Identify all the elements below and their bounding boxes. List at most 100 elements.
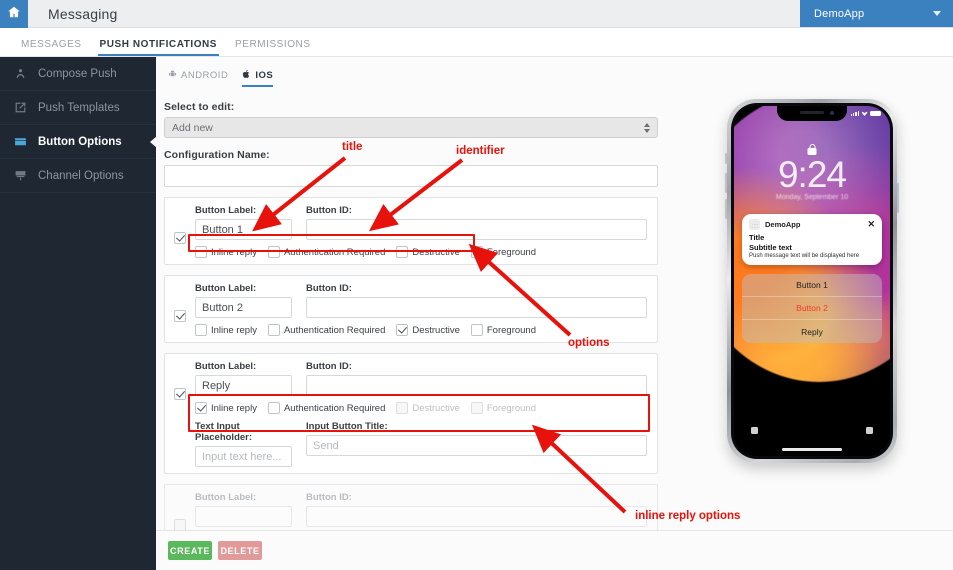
annotation-label-title: title (342, 141, 363, 153)
button-id-input[interactable] (306, 297, 647, 318)
sort-arrows-icon (644, 122, 650, 133)
sidebar-item-label: Channel Options (38, 169, 124, 182)
button-label-label: Button Label: (195, 492, 257, 503)
row-enable-checkbox[interactable] (174, 387, 186, 400)
option-inline-reply[interactable]: Inline reply (195, 324, 257, 336)
foreground-checkbox[interactable] (470, 246, 483, 258)
button-label-input (195, 506, 292, 527)
sidebar-item-button-options[interactable]: Button Options (0, 125, 156, 159)
platform-tab-android[interactable]: ANDROID (168, 69, 228, 87)
button-label-input[interactable] (195, 375, 292, 396)
sidebar-item-compose-push[interactable]: Compose Push (0, 57, 156, 91)
button-id-input (306, 506, 647, 527)
button-label-label: Button Label: (195, 361, 257, 372)
option-label: Authentication Required (283, 246, 386, 258)
button-options-checkboxes: Inline reply Authentication Required Des… (195, 324, 647, 336)
foreground-checkbox[interactable] (470, 324, 483, 336)
home-button[interactable] (0, 0, 28, 28)
destructive-checkbox[interactable] (396, 246, 409, 258)
camera-icon (866, 427, 873, 434)
notification-app-name: DemoApp (765, 220, 801, 229)
mute-switch-icon (725, 153, 727, 164)
notification-subtitle: Subtitle text (749, 243, 792, 252)
option-label: Destructive (412, 246, 460, 258)
authentication-required-checkbox[interactable] (267, 402, 280, 414)
phone-preview: 9:24 Monday, September 10 DemoApp ✕ Titl… (725, 99, 899, 463)
notification-action-button[interactable]: Button 1 (742, 274, 882, 297)
option-foreground[interactable]: Foreground (470, 324, 536, 336)
select-to-edit-label: Select to edit: (164, 101, 235, 113)
sidebar-item-channel-options[interactable]: Channel Options (0, 159, 156, 193)
create-button[interactable]: CREATE (168, 541, 212, 560)
push-templates-icon (13, 101, 28, 115)
option-destructive[interactable]: Destructive (396, 246, 460, 258)
select-to-edit-dropdown[interactable]: Add new (164, 117, 658, 138)
button-label-input[interactable] (195, 297, 292, 318)
row-enable-checkbox[interactable] (174, 231, 186, 244)
platform-tab-ios[interactable]: IOS (242, 69, 274, 87)
option-foreground[interactable]: Foreground (470, 246, 536, 258)
notification-header: DemoApp ✕ (749, 219, 875, 230)
signal-icon (851, 111, 859, 116)
inline-reply-fields: Text Input Placeholder: Input Button Tit… (195, 421, 647, 467)
tab-permissions[interactable]: PERMISSIONS (226, 39, 320, 56)
tab-push-notifications[interactable]: PUSH NOTIFICATIONS (91, 39, 227, 56)
close-icon[interactable]: ✕ (867, 220, 875, 229)
header-spacer (118, 0, 800, 27)
text-input-placeholder-input[interactable] (195, 446, 292, 467)
option-destructive[interactable]: Destructive (396, 324, 460, 336)
authentication-required-checkbox[interactable] (267, 324, 280, 336)
tab-messages[interactable]: MESSAGES (12, 39, 91, 56)
notification-action-button[interactable]: Button 2 (742, 297, 882, 320)
button-config-row: Button Label: Button ID: Inline reply (164, 197, 658, 265)
notification-action-button[interactable]: Reply (742, 320, 882, 343)
button-id-input[interactable] (306, 219, 647, 240)
inline-reply-checkbox[interactable] (195, 324, 207, 336)
inline-reply-checkbox[interactable] (195, 402, 207, 414)
option-label: Foreground (486, 324, 536, 336)
option-label: Destructive (412, 402, 460, 414)
app-icon (749, 219, 760, 230)
configuration-name-input[interactable] (164, 165, 658, 187)
option-authentication-required[interactable]: Authentication Required (267, 246, 386, 258)
destructive-checkbox[interactable] (396, 324, 409, 336)
annotation-label-inline-reply-options: inline reply options (635, 510, 741, 522)
button-id-label: Button ID: (306, 492, 352, 503)
option-label: Authentication Required (283, 324, 386, 336)
notification-card[interactable]: DemoApp ✕ Title Subtitle text Push messa… (742, 214, 882, 265)
action-bar: CREATE DELETE (156, 530, 953, 570)
foreground-checkbox (470, 402, 483, 414)
option-authentication-required[interactable]: Authentication Required (267, 402, 385, 414)
option-label: Inline reply (211, 246, 257, 258)
platform-tab-label: ANDROID (181, 70, 229, 81)
apple-icon (242, 69, 251, 82)
inline-reply-checkbox[interactable] (195, 246, 207, 258)
button-label-input[interactable] (195, 219, 292, 240)
notification-body: Push message text will be displayed here (749, 253, 860, 259)
account-dropdown[interactable]: DemoApp (800, 0, 953, 27)
button-label-label: Button Label: (195, 205, 257, 216)
row-enable-checkbox[interactable] (174, 518, 186, 531)
input-button-title-input[interactable] (306, 435, 647, 456)
button-id-label: Button ID: (306, 205, 352, 216)
row-enable-checkbox[interactable] (174, 309, 186, 322)
authentication-required-checkbox[interactable] (267, 246, 280, 258)
sidebar-item-label: Button Options (38, 135, 122, 148)
button-config-row: Button Label: Button ID: Inline reply (164, 353, 658, 474)
lock-icon (807, 144, 817, 155)
volume-up-button (725, 173, 727, 193)
main-tabs: MESSAGES PUSH NOTIFICATIONS PERMISSIONS (0, 28, 953, 57)
option-inline-reply[interactable]: Inline reply (195, 246, 257, 258)
button-id-label: Button ID: (306, 361, 352, 372)
sidebar-item-push-templates[interactable]: Push Templates (0, 91, 156, 125)
sidebar: Compose Push Push Templates Button Optio… (0, 57, 156, 570)
button-id-input[interactable] (306, 375, 647, 396)
option-inline-reply[interactable]: Inline reply (195, 402, 257, 414)
button-options-checkboxes: Inline reply Authentication Required Des… (195, 402, 647, 414)
notch (777, 106, 847, 121)
phone-screen: 9:24 Monday, September 10 DemoApp ✕ Titl… (734, 106, 890, 456)
annotation-label-options: options (568, 337, 610, 349)
delete-button[interactable]: DELETE (218, 541, 262, 560)
status-bar-icons (851, 111, 881, 116)
option-authentication-required[interactable]: Authentication Required (267, 324, 386, 336)
